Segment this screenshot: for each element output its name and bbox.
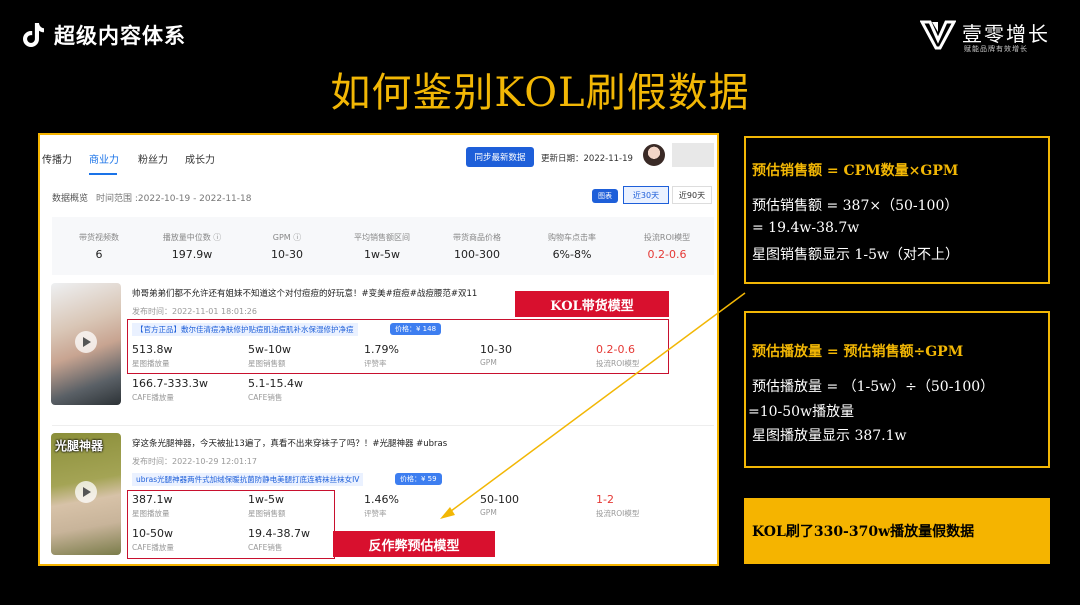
stat-value: 5.1-15.4w xyxy=(248,377,303,390)
conclusion-text: KOL刷了330-370w播放量假数据 xyxy=(752,524,975,540)
metric-value: 0.2-0.6 xyxy=(647,248,687,261)
metric-value: 100-300 xyxy=(454,248,500,261)
stat-value: 1.46% xyxy=(364,493,399,506)
sales-formula: 预估销售额 = CPM数量×GPM xyxy=(752,163,959,179)
overview-label: 数据概览 xyxy=(52,194,89,204)
metric-product-price: 带货商品价格 100-300 xyxy=(432,217,522,261)
plays-estimate-box: 预估播放量 = 预估销售额÷GPM 预估播放量 = （1-5w）÷（50-100… xyxy=(744,311,1050,468)
play-icon[interactable] xyxy=(75,331,97,353)
stat-roi: 1-2 投流ROI模型 xyxy=(596,493,639,519)
sales-estimate-box: 预估销售额 = CPM数量×GPM 预估销售额 = 387×（50-100） =… xyxy=(744,136,1050,284)
tab-spread[interactable]: 传播力 xyxy=(42,151,72,166)
stat-label: CAFE销售 xyxy=(248,393,283,402)
account-name-placeholder xyxy=(672,143,714,167)
stat-value: 50-100 xyxy=(480,493,519,506)
tab-commerce[interactable]: 商业力 xyxy=(89,151,119,166)
stat-label: GPM xyxy=(480,508,497,517)
stat-label: 投流ROI模型 xyxy=(596,509,640,518)
sales-result-line: = 19.4w-38.7w xyxy=(752,220,860,236)
metric-value: 6 xyxy=(95,248,103,261)
avatar[interactable] xyxy=(643,144,665,166)
sales-compare-line: 星图销售额显示 1-5w（对不上） xyxy=(752,247,959,263)
metric-video-count: 带货视频数 6 xyxy=(54,217,144,261)
metric-label: 播放量中位数 ⓘ xyxy=(162,233,222,242)
metric-label: GPM ⓘ xyxy=(272,233,302,242)
sync-data-button[interactable]: 同步最新数据 xyxy=(466,147,534,167)
plays-calc-line: 预估播放量 = （1-5w）÷（50-100） xyxy=(752,379,995,395)
series-title: 超级内容体系 xyxy=(54,24,186,48)
plays-formula: 预估播放量 = 预估销售额÷GPM xyxy=(752,344,964,360)
video-thumbnail[interactable] xyxy=(51,283,121,405)
range-30-days-button[interactable]: 近30天 xyxy=(623,186,669,204)
range-90-days-button[interactable]: 近90天 xyxy=(672,186,712,204)
brand-slogan: 赋能品牌有效增长 xyxy=(964,45,1028,53)
overview-range: 时间范围 :2022-10-19 - 2022-11-18 xyxy=(96,194,252,204)
metrics-strip: 带货视频数 6 播放量中位数 ⓘ 197.9w GPM ⓘ 10-30 平均销售额区间… xyxy=(52,217,714,275)
tab-fans[interactable]: 粉丝力 xyxy=(138,151,168,166)
metric-label: 平均销售额区间 xyxy=(354,233,410,242)
video-title[interactable]: 帅哥弟弟们都不允许还有姐妹不知道这个对付痘痘的好玩意！#变美#痘痘#战痘腰范#双… xyxy=(132,287,477,299)
series-header: 超级内容体系 xyxy=(22,20,186,50)
video-thumbnail[interactable]: 光腿神器 xyxy=(51,433,121,555)
plays-compare-line: 星图播放量显示 387.1w xyxy=(752,428,907,444)
divider xyxy=(52,425,714,426)
metric-value: 10-30 xyxy=(271,248,303,261)
kol-data-panel: 传播力 商业力 粉丝力 成长力 同步最新数据 更新日期：2022-11-19 数… xyxy=(38,133,719,566)
sales-calc-line: 预估销售额 = 387×（50-100） xyxy=(752,198,959,214)
tiktok-logo-icon xyxy=(23,23,44,47)
stat-gpm: 50-100 GPM xyxy=(480,493,519,517)
metric-median-plays: 播放量中位数 ⓘ 197.9w xyxy=(147,217,237,261)
play-icon[interactable] xyxy=(75,481,97,503)
metric-value: 6%-8% xyxy=(552,248,592,261)
video-date: 发布时间：2022-11-01 18:01:26 xyxy=(132,307,257,316)
metric-roi-model: 投流ROI模型 0.2-0.6 xyxy=(622,217,712,261)
metric-gpm: GPM ⓘ 10-30 xyxy=(242,217,332,261)
metric-cart-ctr: 购物车点击率 6%-8% xyxy=(527,217,617,261)
brand: 壹零增长 赋能品牌有效增长 xyxy=(920,16,1060,56)
anti-fraud-label: 反作弊预估模型 xyxy=(333,531,495,557)
tab-bar: 传播力 商业力 粉丝力 成长力 同步最新数据 更新日期：2022-11-19 xyxy=(40,135,717,177)
price-badge: 价格：¥ 59 xyxy=(395,473,442,485)
video-date: 发布时间：2022-10-29 12:01:17 xyxy=(132,457,257,466)
metric-value: 197.9w xyxy=(171,248,213,261)
metric-label: 购物车点击率 xyxy=(548,233,596,242)
stat-value: 1-2 xyxy=(596,493,614,506)
chart-toggle-button[interactable]: 图表 xyxy=(592,189,618,203)
kol-model-label: KOL带货模型 xyxy=(515,291,669,317)
metric-label: 投流ROI模型 xyxy=(643,233,691,242)
thumbnail-caption: 光腿神器 xyxy=(55,439,104,453)
kol-model-highlight xyxy=(127,319,669,374)
metric-label: 带货视频数 xyxy=(79,233,119,242)
update-date: 更新日期：2022-11-19 xyxy=(541,154,633,164)
plays-result-line: =10-50w播放量 xyxy=(748,404,855,420)
tab-growth[interactable]: 成长力 xyxy=(185,151,215,166)
overview-header: 数据概览 时间范围 :2022-10-19 - 2022-11-18 xyxy=(52,191,252,204)
stat-cafe-plays: 166.7-333.3w CAFE播放量 xyxy=(132,377,208,403)
stat-like-rate: 1.46% 评赞率 xyxy=(364,493,399,519)
brand-logo-icon xyxy=(920,20,956,50)
metric-value: 1w-5w xyxy=(364,248,400,261)
metric-avg-sales: 平均销售额区间 1w-5w xyxy=(337,217,427,261)
stat-label: 评赞率 xyxy=(364,509,387,518)
stat-label: CAFE播放量 xyxy=(132,393,174,402)
brand-name: 壹零增长 xyxy=(962,22,1050,46)
stat-cafe-sales: 5.1-15.4w CAFE销售 xyxy=(248,377,303,403)
anti-fraud-highlight xyxy=(127,490,335,559)
page-title: 如何鉴别KOL刷假数据 xyxy=(330,70,750,116)
stat-value: 166.7-333.3w xyxy=(132,377,208,390)
active-tab-indicator xyxy=(89,173,117,175)
product-tag[interactable]: ubras光腿神器两件式加绒保暖抗菌防静电美腿打底连裤袜丝袜女IV xyxy=(132,473,364,486)
conclusion-box: KOL刷了330-370w播放量假数据 xyxy=(744,498,1050,564)
video-title[interactable]: 穿这条光腿神器，今天被扯13遍了，真看不出来穿袜子了吗？！#光腿神器 #ubra… xyxy=(132,437,447,449)
metric-label: 带货商品价格 xyxy=(453,233,501,242)
